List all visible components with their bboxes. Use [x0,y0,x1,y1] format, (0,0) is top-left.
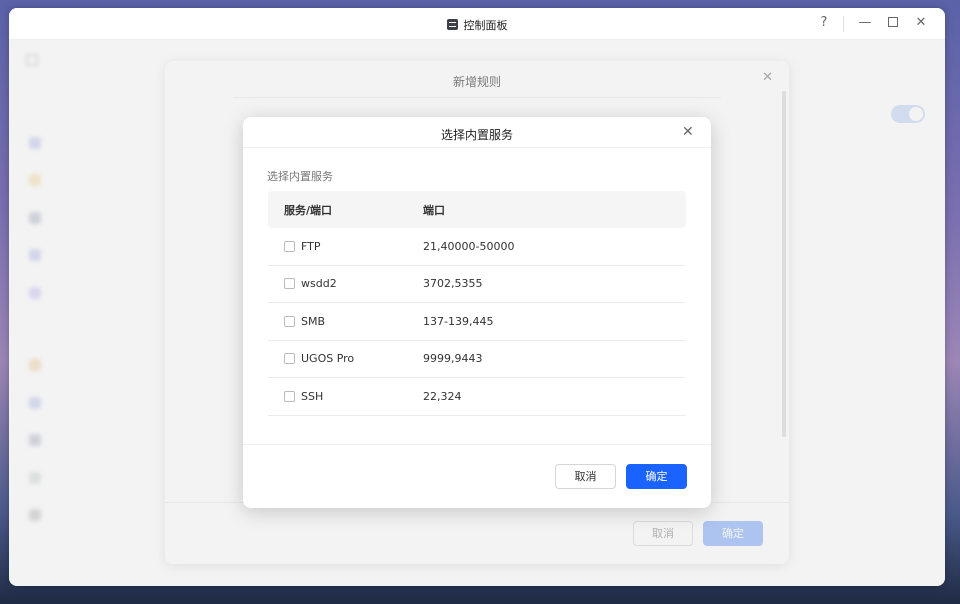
title-bar: 控制面板 ? — ✕ [9,8,945,40]
checkbox[interactable] [284,278,295,290]
table-row[interactable]: FTP 21,40000-50000 [268,228,686,266]
table-row[interactable]: wsdd2 3702,5355 [268,266,686,303]
service-table: 服务/端口 端口 FTP 21,40000-50000 wsdd2 3702,5… [268,191,686,416]
service-cell: UGOS Pro [268,352,423,365]
title-separator [843,16,844,32]
service-cell: FTP [268,240,423,253]
port-cell: 137-139,445 [423,314,494,328]
service-cell: wsdd2 [268,277,423,290]
control-panel-icon [446,19,458,30]
window-title: 控制面板 [463,19,508,32]
table-row[interactable]: UGOS Pro 9999,9443 [268,341,686,378]
port-cell: 9999,9443 [423,352,483,366]
checkbox[interactable] [284,315,295,327]
divider [243,147,711,148]
service-cell: SSH [268,390,423,403]
window-close-button[interactable]: ✕ [912,15,930,30]
checkbox[interactable] [284,353,295,365]
column-header-service: 服务/端口 [284,203,333,217]
help-button[interactable]: ? [815,15,833,30]
service-name: wsdd2 [301,277,337,291]
port-cell: 3702,5355 [423,277,483,291]
maximize-button[interactable] [884,15,902,30]
table-row[interactable]: SSH 22,324 [268,378,686,416]
builtin-service-dialog: 选择内置服务 ✕ 选择内置服务 服务/端口 端口 FTP 21,40000-50… [243,117,711,508]
divider [243,444,711,445]
service-name: SMB [301,314,326,328]
service-name: UGOS Pro [301,352,355,366]
service-name: FTP [301,239,321,253]
cancel-button[interactable]: 取消 [555,464,616,489]
minimize-button[interactable]: — [856,15,874,30]
service-name: SSH [301,389,324,403]
table-header: 服务/端口 端口 [268,191,686,228]
service-dialog-title: 选择内置服务 [440,128,513,142]
service-cell: SMB [268,315,423,328]
column-header-port: 端口 [423,203,445,217]
port-cell: 22,324 [423,389,462,403]
confirm-button[interactable]: 确定 [626,464,687,489]
port-cell: 21,40000-50000 [423,239,515,253]
maximize-icon [888,17,898,27]
window-title-wrap: 控制面板 [9,17,945,33]
table-row[interactable]: SMB 137-139,445 [268,303,686,341]
checkbox[interactable] [284,240,295,252]
control-panel-window: 控制面板 ? — ✕ 新增规则 ✕ 取消 确定 选择内置服务 ✕ 选择内置服务 … [9,8,945,586]
section-label: 选择内置服务 [267,170,333,183]
close-icon[interactable]: ✕ [682,124,694,140]
checkbox[interactable] [284,390,295,402]
